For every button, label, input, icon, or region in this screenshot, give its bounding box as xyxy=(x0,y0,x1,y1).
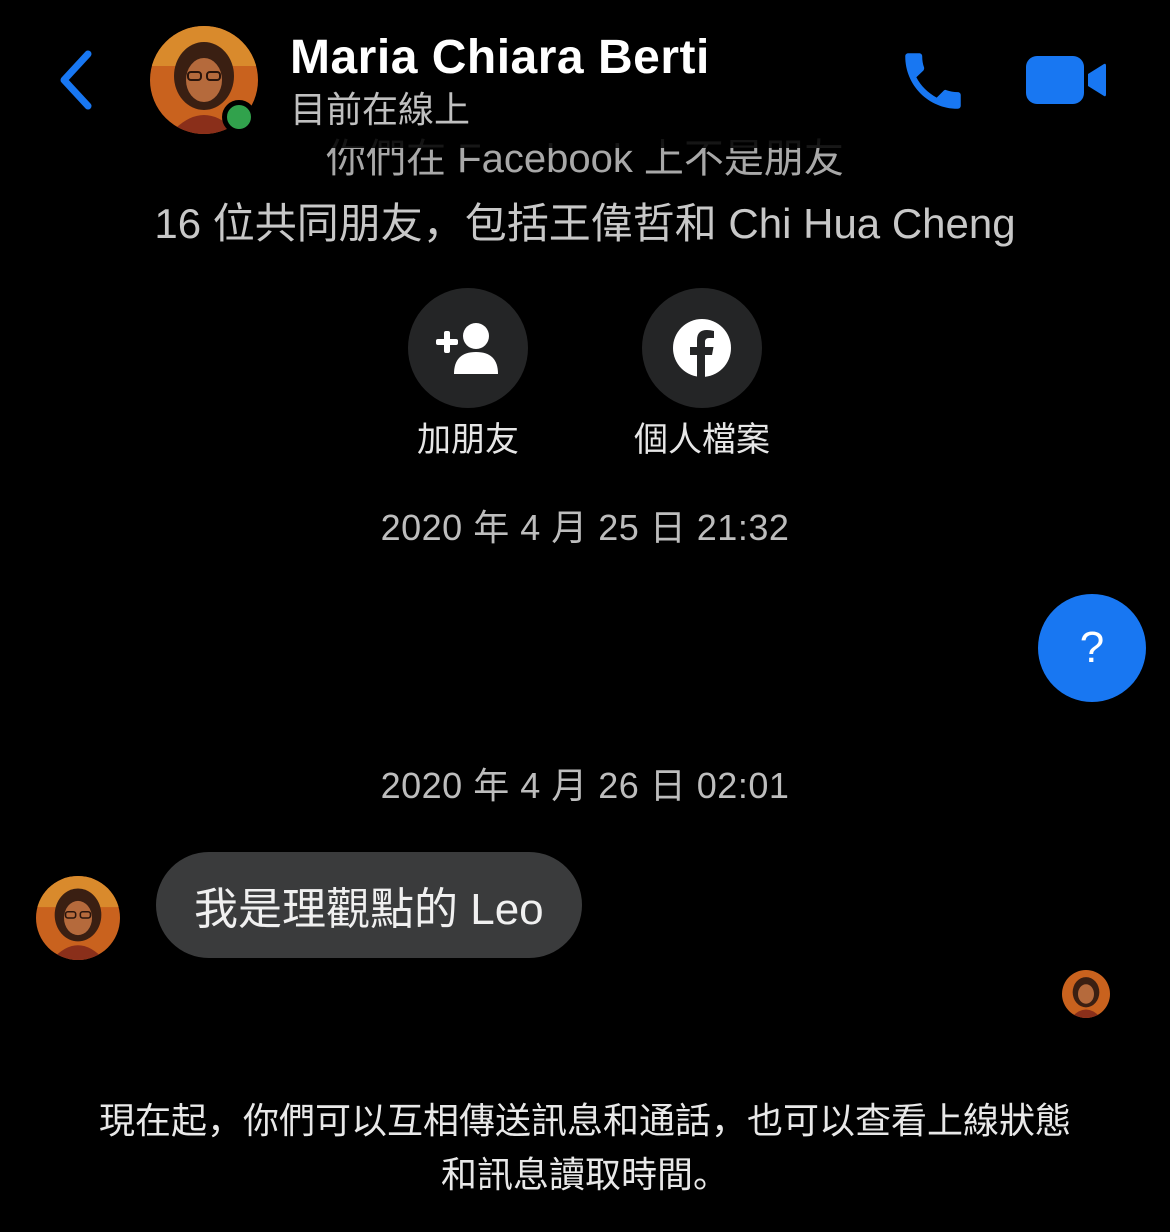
online-status-dot xyxy=(222,100,256,134)
add-friend-label: 加朋友 xyxy=(417,421,519,459)
add-friend-button[interactable] xyxy=(408,288,528,408)
profile-label: 個人檔案 xyxy=(634,421,770,459)
chat-header: Maria Chiara Berti 目前在線上 xyxy=(0,0,1170,148)
notice-line: 現在起，你們可以互相傳送訊息和通話，也可以查看上線狀態 xyxy=(98,1100,1071,1141)
phone-icon xyxy=(905,53,961,109)
back-button[interactable] xyxy=(50,46,106,114)
incoming-message-bubble[interactable]: 我是理觀點的 Leo xyxy=(156,852,582,958)
read-receipt-avatar xyxy=(1062,970,1110,1018)
portrait-illustration xyxy=(1062,970,1110,1018)
back-chevron-icon xyxy=(60,50,92,110)
voice-call-button[interactable] xyxy=(896,44,970,118)
mutual-friends-text: 16 位共同朋友，包括王偉哲和 Chi Hua Cheng xyxy=(154,200,1016,247)
video-call-button[interactable] xyxy=(1024,52,1108,108)
contact-name[interactable]: Maria Chiara Berti xyxy=(290,30,710,86)
facebook-logo-icon xyxy=(673,319,731,377)
add-friend-icon xyxy=(436,323,498,374)
notice-line: 和訊息讀取時間。 xyxy=(440,1154,729,1195)
message-timestamp: 2020 年 4 月 25 日 21:32 xyxy=(380,507,790,548)
sender-avatar[interactable] xyxy=(36,876,120,960)
contact-status: 目前在線上 xyxy=(290,89,471,130)
video-camera-icon xyxy=(1026,56,1106,104)
message-timestamp: 2020 年 4 月 26 日 02:01 xyxy=(380,765,790,806)
messaging-permission-notice: 現在起，你們可以互相傳送訊息和通話，也可以查看上線狀態 和訊息讀取時間。 xyxy=(40,1094,1130,1202)
profile-button[interactable] xyxy=(642,288,762,408)
outgoing-message-bubble[interactable]: ? xyxy=(1038,594,1146,702)
portrait-illustration xyxy=(36,876,120,960)
